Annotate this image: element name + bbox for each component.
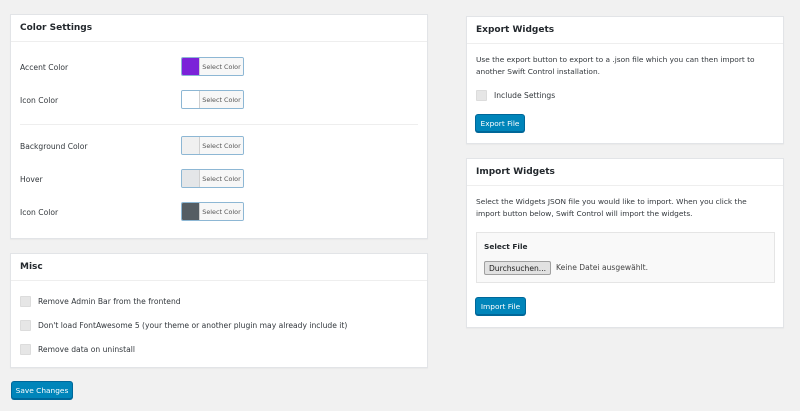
color-row-label: Background Color	[20, 141, 88, 151]
color-swatch	[182, 203, 200, 220]
background-color-picker-button[interactable]: Select Color	[181, 136, 244, 155]
color-row-label: Icon Color	[20, 207, 59, 217]
color-row-label: Accent Color	[20, 62, 69, 72]
misc-option[interactable]: Remove data on uninstall	[20, 343, 135, 355]
misc-panel: Misc Remove Admin Bar from the frontend …	[10, 253, 428, 368]
save-changes-button[interactable]: Save Changes	[11, 381, 73, 399]
misc-option[interactable]: Don't load FontAwesome 5 (your theme or …	[20, 319, 347, 331]
color-settings-panel: Color Settings Accent Color Select Color…	[10, 14, 428, 239]
browse-file-button[interactable]: Durchsuchen...	[484, 261, 551, 275]
color-row-hover: Hover Select Color	[20, 169, 418, 189]
accent-color-picker-button[interactable]: Select Color	[181, 57, 244, 76]
select-file-label: Select File	[484, 242, 528, 251]
color-swatch	[182, 58, 200, 75]
checkbox[interactable]	[20, 319, 31, 331]
select-color-label: Select Color	[200, 58, 243, 75]
file-status-text: Keine Datei ausgewählt.	[556, 263, 649, 272]
option-label: Remove Admin Bar from the frontend	[38, 296, 181, 306]
color-row-label: Icon Color	[20, 95, 59, 105]
export-file-button[interactable]: Export File	[475, 114, 525, 132]
option-label: Remove data on uninstall	[38, 344, 135, 354]
section-divider	[20, 124, 418, 125]
export-description: Use the export button to export to a .js…	[476, 55, 755, 76]
export-widgets-title: Export Widgets	[467, 17, 783, 44]
export-widgets-panel: Export Widgets Use the export button to …	[466, 16, 784, 144]
include-settings-label: Include Settings	[494, 90, 556, 100]
color-swatch	[182, 137, 200, 154]
icon-color-picker-button[interactable]: Select Color	[181, 90, 244, 109]
color-row-icon: Icon Color Select Color	[20, 90, 418, 110]
import-widgets-panel: Import Widgets Select the Widgets JSON f…	[466, 158, 784, 328]
import-file-button[interactable]: Import File	[475, 297, 526, 315]
import-widgets-title: Import Widgets	[467, 159, 783, 186]
select-color-label: Select Color	[200, 91, 243, 108]
checkbox[interactable]	[20, 295, 31, 307]
misc-title: Misc	[11, 254, 427, 281]
color-row-label: Hover	[20, 174, 43, 184]
color-swatch	[182, 91, 200, 108]
color-swatch	[182, 170, 200, 187]
checkbox[interactable]	[20, 343, 31, 355]
color-row-accent: Accent Color Select Color	[20, 57, 418, 77]
hover-color-picker-button[interactable]: Select Color	[181, 169, 244, 188]
select-color-label: Select Color	[200, 137, 243, 154]
include-settings-option[interactable]: Include Settings	[476, 89, 555, 101]
import-description: Select the Widgets JSON file you would l…	[476, 197, 747, 218]
select-color-label: Select Color	[200, 203, 243, 220]
color-row-icon-2: Icon Color Select Color	[20, 202, 418, 222]
color-settings-title: Color Settings	[11, 15, 427, 42]
file-upload-box: Select File Durchsuchen... Keine Datei a…	[476, 232, 775, 283]
select-color-label: Select Color	[200, 170, 243, 187]
include-settings-checkbox[interactable]	[476, 89, 487, 101]
icon-color-2-picker-button[interactable]: Select Color	[181, 202, 244, 221]
color-row-background: Background Color Select Color	[20, 136, 418, 156]
misc-option[interactable]: Remove Admin Bar from the frontend	[20, 295, 181, 307]
option-label: Don't load FontAwesome 5 (your theme or …	[38, 320, 348, 330]
